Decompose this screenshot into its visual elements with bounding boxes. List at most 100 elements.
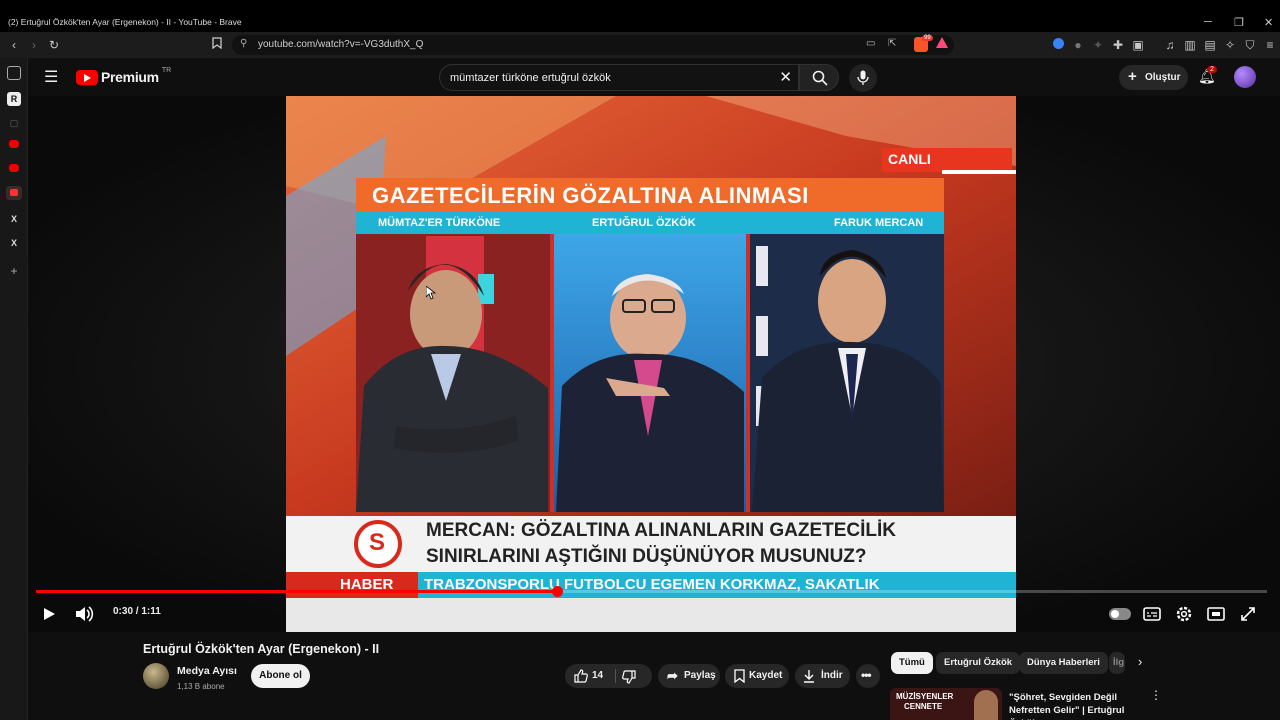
tabs-panel-icon[interactable] (7, 66, 21, 80)
volume-icon[interactable] (74, 602, 94, 626)
subscriber-count: 1,13 B abone (177, 682, 225, 691)
channel-avatar[interactable] (143, 663, 169, 689)
guest-name-1: MÜMTAZ'ER TÜRKÖNE (378, 217, 501, 229)
recommendation-thumbnail[interactable]: MÜZİSYENLER CENNETE (890, 688, 1002, 720)
progress-played (36, 590, 558, 593)
chip-all[interactable]: Tümü (891, 652, 933, 674)
chip-ertugrul-ozkok[interactable]: Ertuğrul Özkök (936, 652, 1021, 674)
logo-region: TR (161, 66, 172, 74)
share-label: Paylaş (684, 670, 716, 681)
cast-icon[interactable]: ▭ (866, 38, 875, 49)
tab-favicon-r[interactable]: R (7, 92, 21, 106)
time-display: 0:30 / 1:11 (113, 606, 161, 617)
video-player[interactable]: CANLI GAZETECİLERİN GÖZALTINA ALINMASI M… (28, 96, 1280, 632)
youtube-logo[interactable]: Premium TR (76, 66, 172, 86)
leo-ai-icon[interactable]: ✧ (1222, 37, 1238, 53)
autoplay-toggle[interactable] (1109, 608, 1131, 620)
create-label: Oluştur (1145, 72, 1181, 83)
search-input[interactable]: mümtazer türköne ertuğrul özkök (450, 72, 611, 84)
x-tab-icon[interactable]: X (7, 236, 21, 250)
thumbnail-text-1: MÜZİSYENLER (896, 692, 954, 701)
recommendation-title[interactable]: "Şöhret, Sevgiden Değil Nefretten Gelir"… (1009, 691, 1149, 720)
bookmark-icon[interactable] (209, 37, 225, 53)
theater-mode-icon[interactable] (1207, 602, 1225, 626)
like-divider (615, 669, 616, 683)
masthead: ☰ Premium TR mümtazer türköne ertuğrul ö… (28, 58, 1280, 96)
youtube-tab-icon[interactable] (9, 140, 19, 148)
voice-search-button[interactable] (849, 64, 877, 92)
more-horizontal-icon: ••• (861, 668, 872, 682)
close-window-icon[interactable]: ✕ (1264, 16, 1273, 29)
plus-icon: + (1128, 68, 1137, 85)
search-box[interactable]: mümtazer türköne ertuğrul özkök ✕ (439, 64, 799, 91)
extensions-puzzle-icon[interactable]: ✚ (1110, 37, 1126, 53)
like-button[interactable]: 14 (565, 664, 615, 688)
media-music-icon[interactable]: ♫ (1162, 37, 1178, 53)
share-page-icon[interactable]: ⇱ (888, 38, 896, 49)
chevron-right-icon[interactable]: › (1138, 654, 1142, 669)
more-vertical-icon[interactable]: ⋮ (1150, 688, 1162, 702)
minimize-icon[interactable]: ─ (1204, 16, 1212, 28)
extension-icon-1[interactable] (1052, 38, 1064, 49)
search-button[interactable] (799, 64, 839, 91)
address-bar[interactable]: ⚲ youtube.com/watch?v=-VG3duthX_Q ▭ ⇱ 99 (232, 35, 954, 55)
thumbs-down-icon[interactable] (622, 670, 636, 684)
wallet-icon[interactable]: ▤ (1202, 37, 1218, 53)
more-actions-button[interactable]: ••• (856, 664, 880, 688)
sidebar-toggle-icon[interactable]: ▥ (1182, 37, 1198, 53)
download-button[interactable]: İndir (795, 664, 850, 688)
save-button[interactable]: Kaydet (725, 664, 789, 688)
x-tab-icon[interactable]: X (7, 212, 21, 226)
create-button[interactable]: + Oluştur (1119, 65, 1188, 90)
lower-third-line-2: SINIRLARINI AŞTIĞINI DÜŞÜNÜYOR MUSUNUZ? (426, 546, 867, 567)
youtube-tab-icon[interactable] (9, 164, 19, 172)
browser-titlebar: (2) Ertuğrul Özkök'ten Ayar (Ergenekon) … (0, 0, 1280, 32)
channel-name[interactable]: Medya Ayısı (177, 665, 237, 677)
mouse-cursor-icon (426, 286, 436, 300)
forward-icon[interactable]: › (26, 37, 42, 53)
save-label: Kaydet (749, 670, 783, 681)
subtitles-icon[interactable] (1143, 602, 1161, 626)
guide-menu-icon[interactable]: ☰ (44, 67, 58, 87)
reload-icon[interactable]: ↻ (46, 37, 62, 53)
download-label: İndir (821, 670, 843, 681)
share-icon: ➦ (667, 668, 678, 683)
screenshot-icon[interactable]: ▣ (1130, 37, 1146, 53)
menu-icon[interactable]: ≡ (1262, 37, 1278, 53)
youtube-active-tab-icon[interactable] (6, 186, 22, 200)
extension-icon-2[interactable]: ● (1070, 37, 1086, 53)
video-frame[interactable]: CANLI GAZETECİLERİN GÖZALTINA ALINMASI M… (286, 96, 1016, 632)
fullscreen-icon[interactable] (1239, 602, 1257, 626)
browser-toolbar: ‹ › ↻ ⚲ youtube.com/watch?v=-VG3duthX_Q … (0, 32, 1280, 58)
site-info-icon[interactable]: ⚲ (240, 38, 247, 49)
youtube-app: ☰ Premium TR mümtazer türköne ertuğrul ö… (28, 58, 1280, 720)
clear-search-icon[interactable]: ✕ (779, 68, 792, 86)
extension-icon-3[interactable]: ✦ (1090, 37, 1106, 53)
new-tab-icon[interactable]: + (7, 264, 21, 278)
account-avatar[interactable] (1234, 66, 1256, 88)
chip-related[interactable]: İlg (1109, 652, 1125, 674)
logo-text: Premium (101, 69, 159, 85)
restore-icon[interactable]: ❐ (1234, 16, 1244, 29)
notification-count: 2 (1207, 66, 1217, 73)
settings-gear-icon[interactable] (1175, 602, 1193, 626)
subscribe-button[interactable]: Abone ol (251, 664, 310, 688)
guest-name-2: ERTUĞRUL ÖZKÖK (592, 217, 696, 229)
progress-scrubber[interactable] (552, 586, 564, 597)
brave-rewards-icon[interactable] (936, 37, 948, 48)
play-icon[interactable] (40, 602, 58, 626)
search-icon (812, 70, 828, 86)
video-headline: GAZETECİLERİN GÖZALTINA ALINMASI (372, 183, 809, 208)
url-text: youtube.com/watch?v=-VG3duthX_Q (258, 39, 424, 50)
video-title: Ertuğrul Özkök'ten Ayar (Ergenekon) - II (143, 642, 380, 656)
shields-badge: 99 (922, 35, 933, 41)
tab-favicon-box[interactable]: ▢ (7, 116, 21, 130)
chip-dunya-haberleri[interactable]: Dünya Haberleri (1019, 652, 1108, 674)
progress-bar[interactable] (36, 586, 1267, 597)
back-icon[interactable]: ‹ (6, 37, 22, 53)
vpn-shield-icon[interactable]: ⛉ (1242, 37, 1258, 53)
share-button[interactable]: ➦ Paylaş (658, 664, 720, 688)
thumbnail-person (974, 690, 998, 720)
youtube-play-logo-icon (76, 69, 98, 85)
thumbnail-text-2: CENNETE (904, 702, 943, 711)
